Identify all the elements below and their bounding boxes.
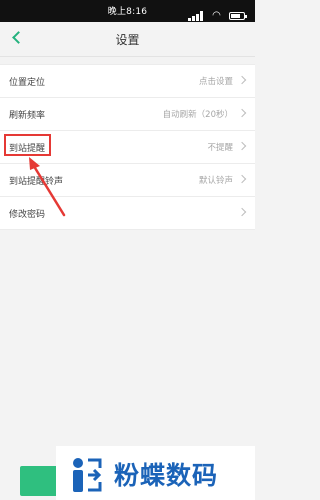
brand-logo-icon [73,458,102,492]
annotation-arrow-icon [29,157,66,217]
watermark: 粉蝶数码 [56,446,255,500]
brand-name: 粉蝶数码 [114,461,219,490]
bottom-action-button[interactable] [20,466,58,496]
